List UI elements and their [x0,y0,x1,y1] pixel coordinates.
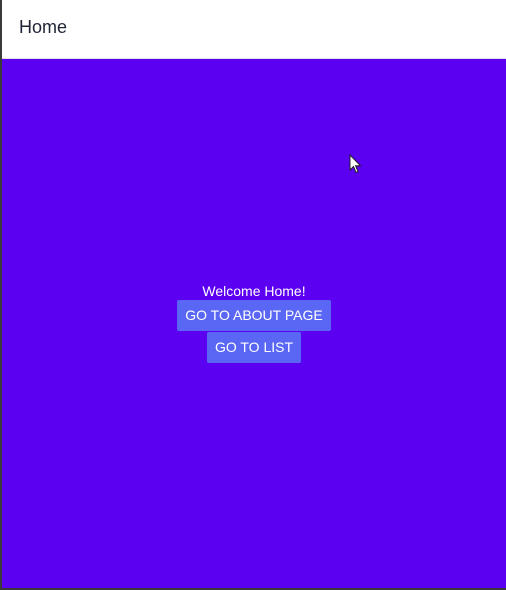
home-content: Welcome Home! GO TO ABOUT PAGE GO TO LIS… [2,59,506,588]
go-to-about-button[interactable]: GO TO ABOUT PAGE [177,300,331,331]
home-actions: Welcome Home! GO TO ABOUT PAGE GO TO LIS… [2,283,506,363]
mouse-pointer-icon [349,154,362,174]
welcome-text: Welcome Home! [202,283,306,299]
go-to-list-button[interactable]: GO TO LIST [206,332,302,363]
page-title: Home [19,17,68,37]
app-window: Home Welcome Home! GO TO ABOUT PAGE GO T… [2,0,506,588]
app-header: Home [2,0,506,59]
